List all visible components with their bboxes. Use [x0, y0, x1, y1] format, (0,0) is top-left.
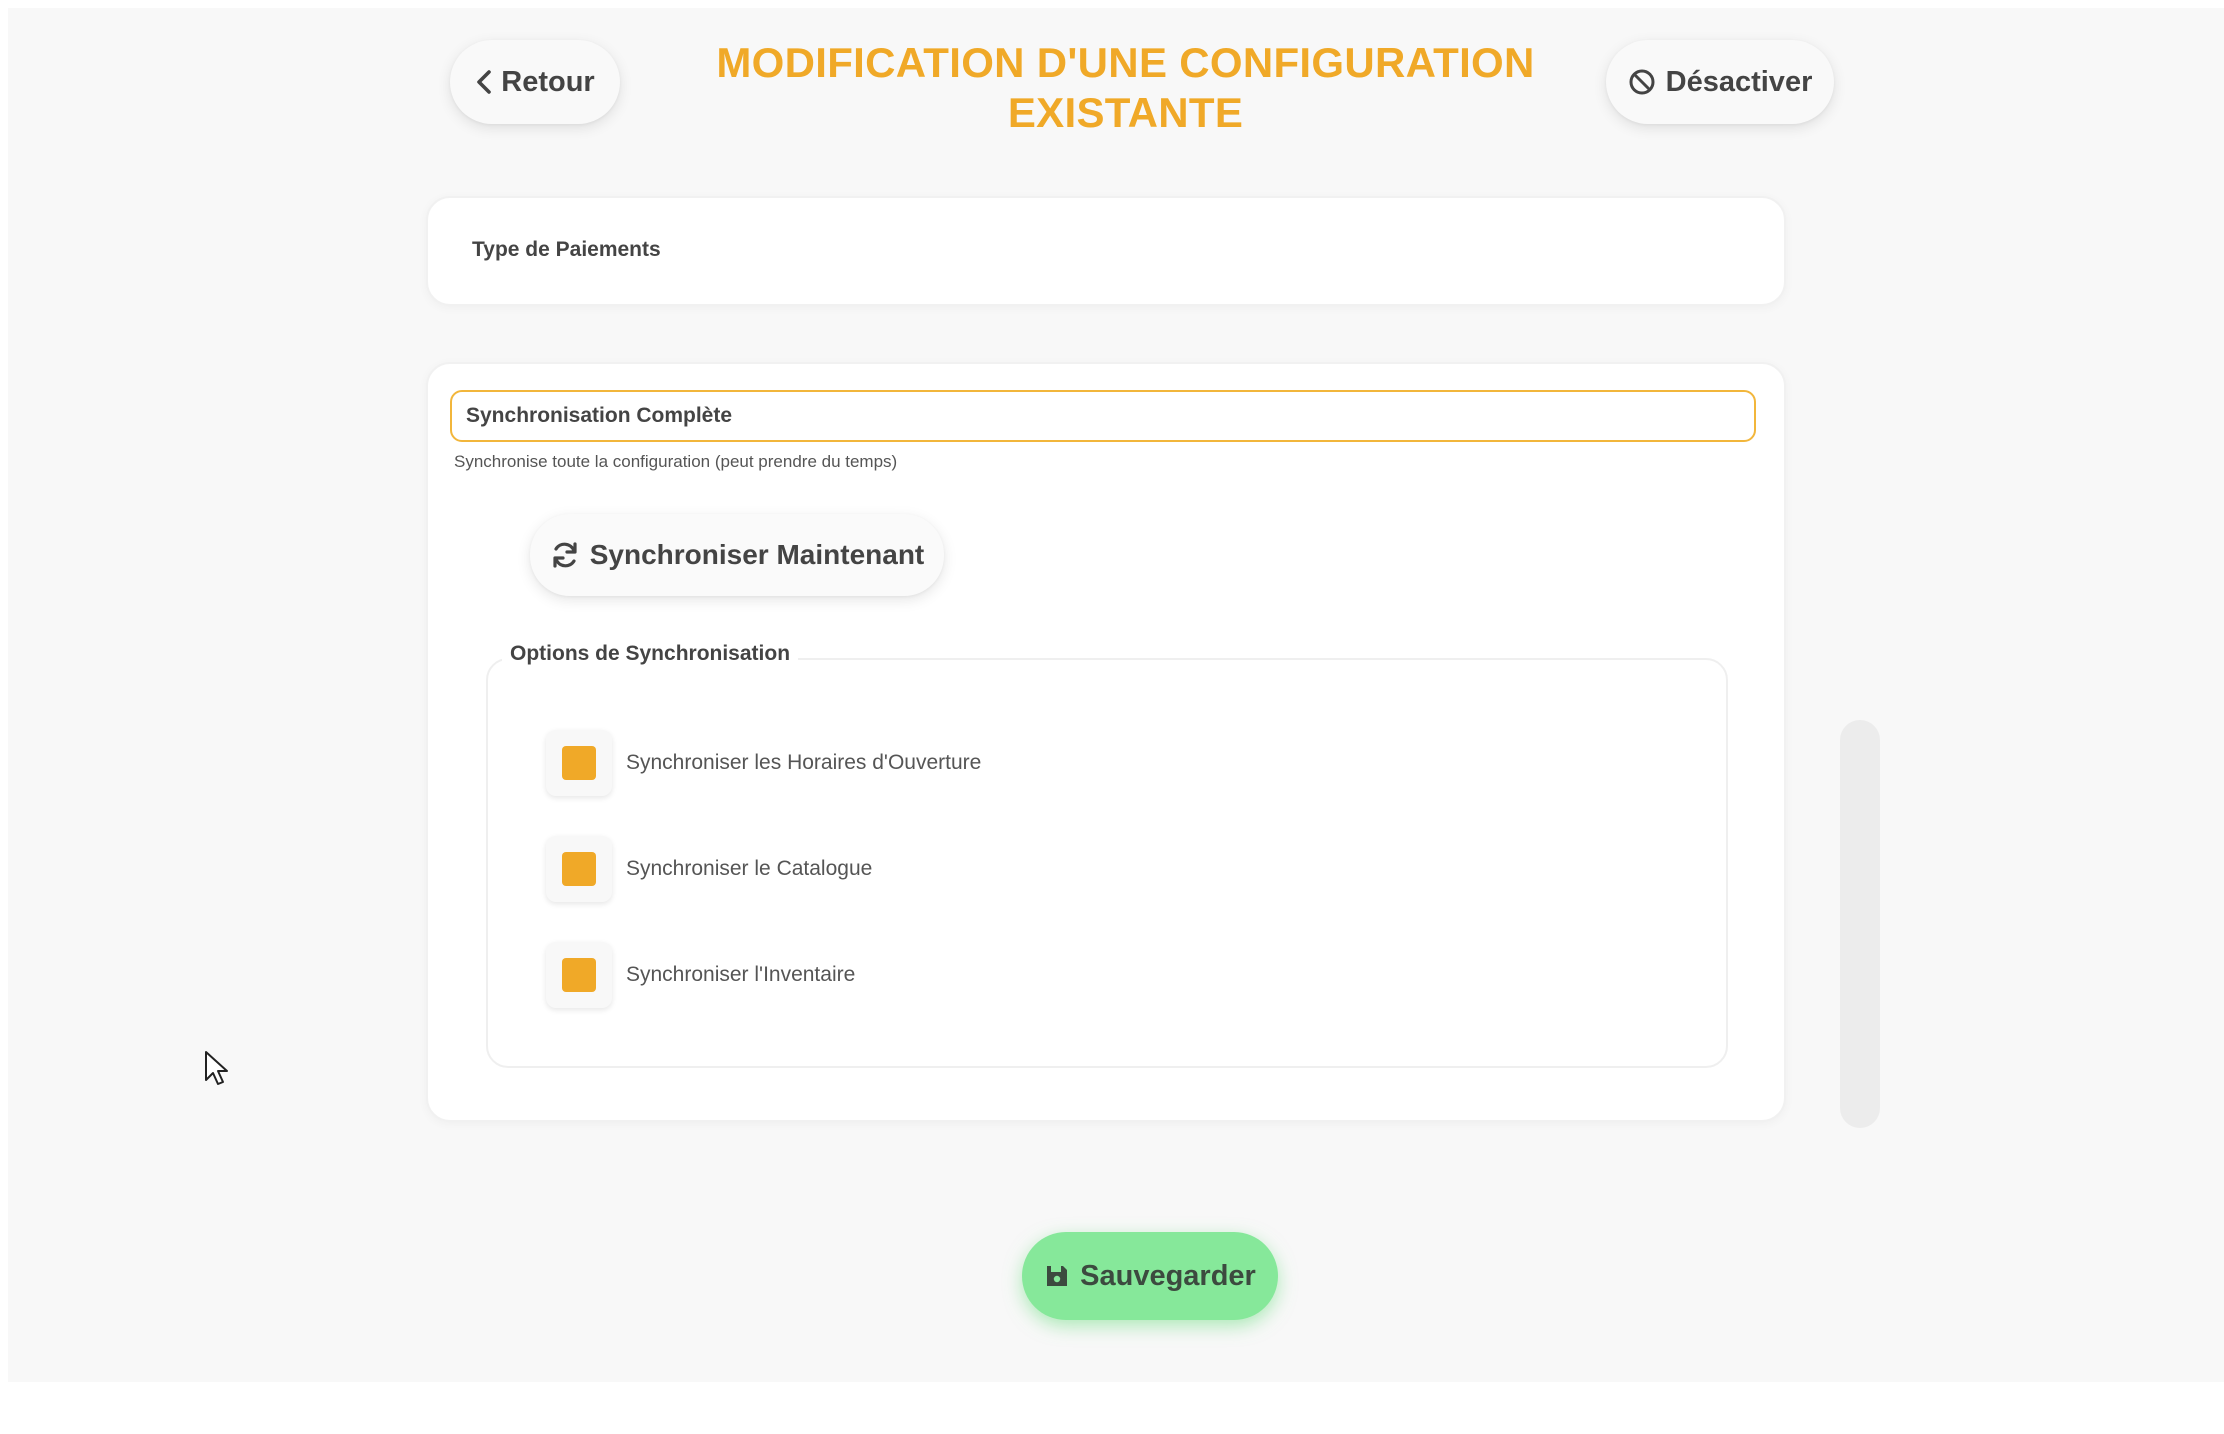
opening-hours-label: Synchroniser les Horaires d'Ouverture [626, 751, 982, 774]
save-button[interactable]: Sauvegarder [1022, 1232, 1278, 1320]
payment-type-label: Type de Paiements [472, 238, 661, 261]
opening-hours-checkbox[interactable] [546, 730, 612, 796]
deactivate-button-label: Désactiver [1665, 65, 1813, 98]
sync-mode-help-text: Synchronise toute la configuration (peut… [454, 452, 898, 471]
mouse-pointer-icon [205, 1051, 228, 1085]
catalogue-label: Synchroniser le Catalogue [626, 857, 873, 880]
checkbox-checked-indicator [562, 852, 596, 886]
chevron-left-icon [477, 70, 492, 94]
ban-icon [1629, 69, 1655, 95]
sync-icon [553, 542, 577, 568]
floppy-disk-icon [1047, 1266, 1068, 1286]
deactivate-button[interactable]: Désactiver [1606, 40, 1834, 124]
sync-now-label: Synchroniser Maintenant [589, 539, 925, 570]
sync-mode-select[interactable]: Synchronisation Complète [450, 390, 1756, 442]
sync-now-button[interactable]: Synchroniser Maintenant [530, 514, 944, 596]
inventory-checkbox[interactable] [546, 942, 612, 1008]
inventory-label: Synchroniser l'Inventaire [626, 963, 856, 986]
sync-option-inventory[interactable]: Synchroniser l'Inventaire [546, 942, 855, 1008]
sync-options-legend: Options de Synchronisation [502, 642, 799, 666]
sync-option-catalogue[interactable]: Synchroniser le Catalogue [546, 836, 872, 902]
scrollbar[interactable] [1840, 720, 1880, 1128]
save-button-label: Sauvegarder [1080, 1259, 1256, 1292]
back-button[interactable]: Retour [450, 40, 620, 124]
app-root: Retour MODIFICATION D'UNE CONFIGURATION … [8, 8, 2224, 1382]
catalogue-checkbox[interactable] [546, 836, 612, 902]
checkbox-checked-indicator [562, 958, 596, 992]
page-title: MODIFICATION D'UNE CONFIGURATION EXISTAN… [716, 39, 1535, 136]
back-button-label: Retour [501, 65, 595, 98]
payment-type-card[interactable]: Type de Paiements [426, 196, 1786, 306]
sync-option-opening-hours[interactable]: Synchroniser les Horaires d'Ouverture [546, 730, 981, 796]
sync-options-fieldset: Options de Synchronisation Synchroniser … [486, 642, 1728, 1068]
sync-card: Synchronisation Complète Synchronise tou… [426, 362, 1786, 1122]
checkbox-checked-indicator [562, 746, 596, 780]
